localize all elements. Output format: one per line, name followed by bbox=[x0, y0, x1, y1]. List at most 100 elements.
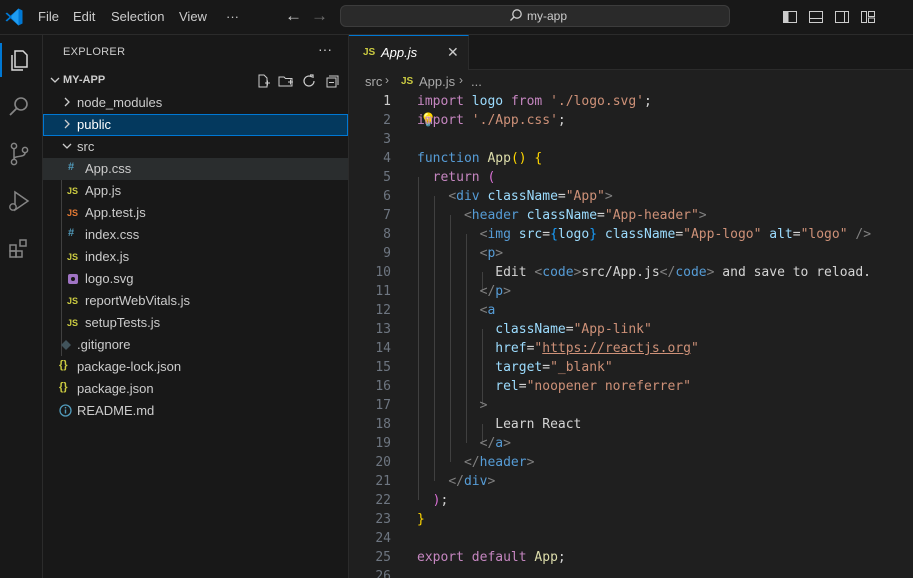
toggle-secondary-sidebar-icon[interactable] bbox=[834, 9, 850, 25]
command-center-search[interactable]: my-app bbox=[340, 5, 730, 27]
folder-section-header[interactable]: MY-APP bbox=[43, 70, 348, 92]
tree-item-label: reportWebVitals.js bbox=[85, 293, 191, 308]
forward-arrow-icon[interactable]: → bbox=[311, 6, 328, 26]
tree-item-readme[interactable]: README.md bbox=[43, 400, 348, 422]
js-file-icon: JS bbox=[67, 186, 79, 196]
vscode-logo-icon[interactable] bbox=[4, 7, 24, 27]
tree-item-label: logo.svg bbox=[85, 271, 134, 286]
refresh-icon[interactable] bbox=[301, 73, 317, 89]
code-line-15: target="_blank" bbox=[495, 360, 613, 375]
code-line-25: export default App; bbox=[417, 550, 566, 565]
line-number: 26 bbox=[375, 569, 391, 578]
line-number: 11 bbox=[375, 284, 391, 299]
activity-bar bbox=[0, 35, 43, 578]
breadcrumb-symbols[interactable]: ... bbox=[471, 74, 482, 89]
tab-app-js[interactable]: JS App.js ✕ bbox=[349, 35, 469, 70]
tree-item-app-css[interactable]: # App.css bbox=[43, 158, 348, 180]
line-number: 16 bbox=[375, 379, 391, 394]
line-number: 18 bbox=[375, 417, 391, 432]
tree-item-node-modules[interactable]: node_modules bbox=[43, 92, 348, 114]
tree-item-label: public bbox=[77, 117, 111, 132]
tree-item-label: index.css bbox=[85, 227, 140, 242]
tree-item-label: index.js bbox=[85, 249, 130, 264]
tree-item-package-json[interactable]: {} package.json bbox=[43, 378, 348, 400]
tree-item-label: README.md bbox=[77, 403, 155, 418]
code-line-17: > bbox=[479, 398, 488, 413]
folder-name: MY-APP bbox=[63, 74, 106, 86]
line-number: 4 bbox=[383, 151, 391, 166]
line-number: 24 bbox=[375, 531, 391, 546]
line-number: 10 bbox=[375, 265, 391, 280]
tree-item-app-js[interactable]: JS App.js bbox=[43, 180, 348, 202]
close-icon[interactable]: ✕ bbox=[447, 44, 459, 61]
code-line-16: rel="noopener noreferrer" bbox=[495, 379, 691, 394]
line-number: 9 bbox=[383, 246, 391, 261]
test-file-icon: JS bbox=[67, 208, 79, 218]
svg-file-icon bbox=[68, 274, 78, 284]
new-folder-icon[interactable] bbox=[278, 73, 294, 89]
chevron-right-icon: › bbox=[459, 73, 463, 87]
code-line-5: return ( bbox=[432, 170, 496, 185]
active-indicator bbox=[0, 43, 2, 77]
editor-tabs: JS App.js ✕ bbox=[349, 35, 913, 70]
menu-file[interactable]: File bbox=[38, 9, 59, 24]
line-number: 6 bbox=[383, 189, 391, 204]
code-line-8: <img src={logo} className="App-logo" alt… bbox=[479, 227, 872, 242]
js-file-icon: JS bbox=[67, 252, 79, 262]
tree-item-gitignore[interactable]: .gitignore bbox=[43, 334, 348, 356]
line-number: 13 bbox=[375, 322, 391, 337]
line-number: 19 bbox=[375, 436, 391, 451]
json-file-icon: {} bbox=[59, 359, 68, 371]
info-file-icon bbox=[59, 404, 72, 417]
line-number: 3 bbox=[383, 132, 391, 147]
extensions-icon[interactable] bbox=[6, 235, 32, 261]
tree-item-logo-svg[interactable]: logo.svg bbox=[43, 268, 348, 290]
menu-edit[interactable]: Edit bbox=[73, 9, 95, 24]
explorer-more-button[interactable]: ··· bbox=[318, 41, 332, 57]
code-line-22: ); bbox=[432, 493, 449, 508]
json-file-icon: {} bbox=[59, 381, 68, 393]
back-arrow-icon[interactable]: ← bbox=[285, 6, 302, 26]
toggle-primary-sidebar-icon[interactable] bbox=[782, 9, 798, 25]
line-number: 25 bbox=[375, 550, 391, 565]
tree-item-label: node_modules bbox=[77, 95, 163, 110]
git-file-icon bbox=[61, 340, 71, 350]
tree-item-setup-tests[interactable]: JS setupTests.js bbox=[43, 312, 348, 334]
menu-view[interactable]: View bbox=[179, 9, 207, 24]
breadcrumb-file[interactable]: App.js bbox=[419, 74, 455, 89]
title-bar: File Edit Selection View ··· ← → my-app bbox=[0, 0, 913, 35]
toggle-panel-icon[interactable] bbox=[808, 9, 824, 25]
tree-item-package-lock[interactable]: {} package-lock.json bbox=[43, 356, 348, 378]
menu-selection[interactable]: Selection bbox=[111, 9, 164, 24]
code-line-23: } bbox=[417, 512, 425, 527]
css-file-icon: # bbox=[68, 161, 75, 173]
collapse-all-icon[interactable] bbox=[324, 73, 340, 89]
run-debug-icon[interactable] bbox=[6, 188, 32, 214]
chevron-right-icon: › bbox=[385, 73, 389, 87]
tree-item-index-js[interactable]: JS index.js bbox=[43, 246, 348, 268]
tree-item-report-web-vitals[interactable]: JS reportWebVitals.js bbox=[43, 290, 348, 312]
line-number: 23 bbox=[375, 512, 391, 527]
breadcrumb-folder[interactable]: src bbox=[365, 74, 382, 89]
tree-item-src[interactable]: src bbox=[43, 136, 348, 158]
new-file-icon[interactable] bbox=[255, 73, 271, 89]
explorer-files-icon[interactable] bbox=[6, 47, 32, 73]
code-editor[interactable]: 1 2 3 4 5 6 7 8 9 10 11 12 13 14 15 16 17 18 19 20 21 22 23 24 2… bbox=[349, 92, 913, 578]
js-file-icon: JS bbox=[363, 47, 376, 58]
code-line-7: <header className="App-header"> bbox=[463, 208, 707, 223]
tree-item-label: App.js bbox=[85, 183, 122, 198]
breadcrumb: src › JS App.js › ... bbox=[349, 70, 913, 92]
tree-item-index-css[interactable]: # index.css bbox=[43, 224, 348, 246]
code-line-9: <p> bbox=[479, 246, 504, 261]
line-number: 1 bbox=[383, 94, 391, 109]
customize-layout-icon[interactable] bbox=[860, 9, 876, 25]
code-line-20: </header> bbox=[463, 455, 535, 470]
tree-item-label: src bbox=[77, 139, 95, 154]
search-icon bbox=[510, 9, 522, 21]
tree-item-app-test-js[interactable]: JS App.test.js bbox=[43, 202, 348, 224]
source-control-icon[interactable] bbox=[6, 141, 32, 167]
tab-label: App.js bbox=[381, 45, 418, 60]
tree-item-public[interactable]: public bbox=[43, 114, 348, 136]
menu-more-button[interactable]: ··· bbox=[226, 9, 239, 24]
search-icon[interactable] bbox=[6, 94, 32, 120]
